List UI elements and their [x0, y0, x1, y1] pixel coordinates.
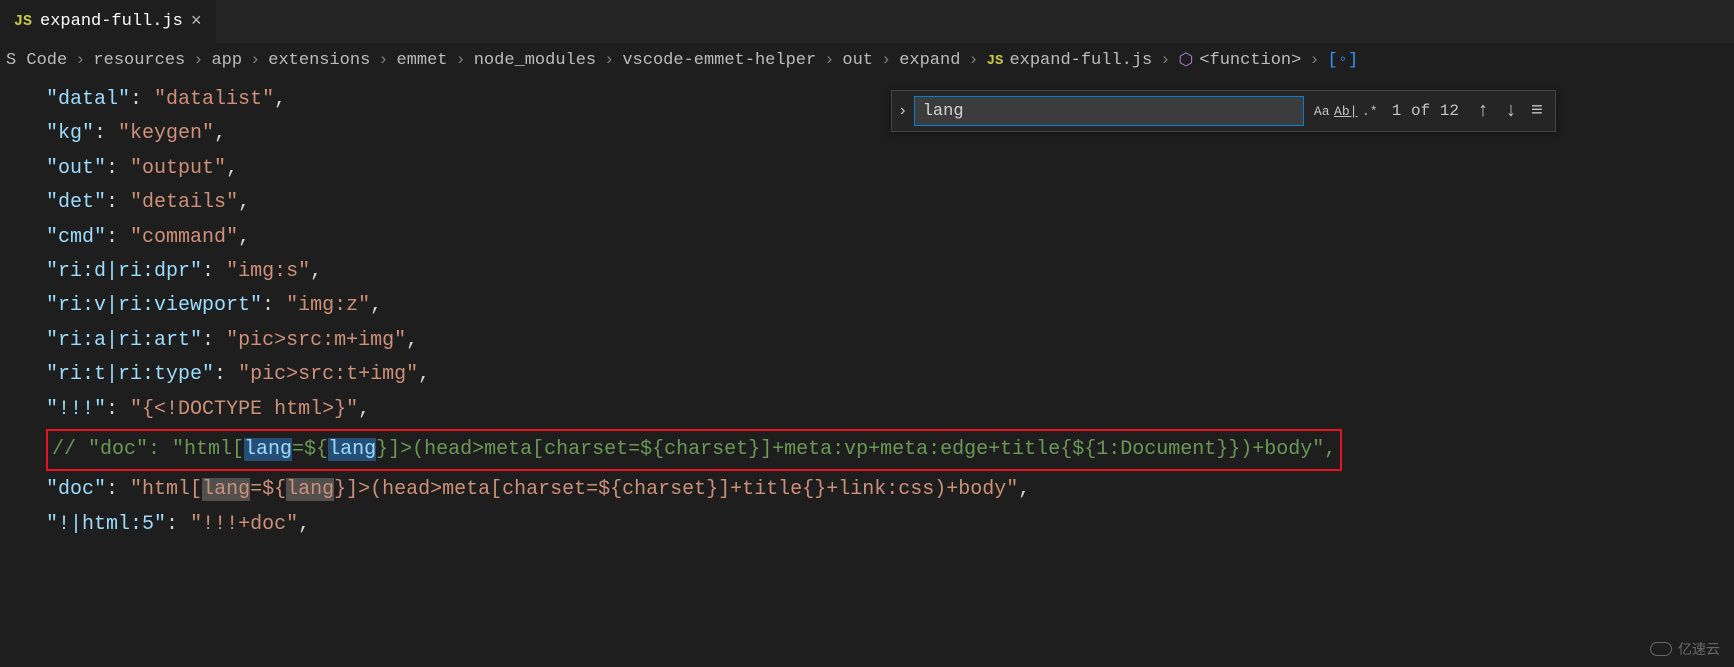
symbol-function-icon: ⬡: [1178, 50, 1193, 71]
code-line[interactable]: "doc": "html[lang=${lang}]>(head>meta[ch…: [46, 473, 1688, 507]
code-line[interactable]: "!!!": "{<!DOCTYPE html>}",: [46, 393, 1688, 427]
js-file-icon: JS: [14, 13, 32, 30]
chevron-right-icon: ›: [881, 51, 891, 70]
expand-find-replace-toggle[interactable]: ›: [892, 102, 914, 120]
breadcrumb-item[interactable]: app: [211, 51, 242, 70]
breadcrumb-item[interactable]: emmet: [397, 51, 448, 70]
close-icon[interactable]: ×: [191, 12, 202, 32]
code-line[interactable]: // "doc": "html[lang=${lang}]>(head>meta…: [46, 427, 1688, 473]
code-line[interactable]: "ri:v|ri:viewport": "img:z",: [46, 289, 1688, 323]
find-match-count: 1 of 12: [1382, 102, 1469, 120]
chevron-right-icon: ›: [250, 51, 260, 70]
chevron-right-icon: ›: [193, 51, 203, 70]
code-line[interactable]: "ri:a|ri:art": "pic>src:m+img",: [46, 324, 1688, 358]
breadcrumb-file[interactable]: expand-full.js: [1009, 51, 1152, 70]
code-line[interactable]: "ri:t|ri:type": "pic>src:t+img",: [46, 358, 1688, 392]
breadcrumb-item[interactable]: S Code: [6, 51, 67, 70]
find-widget: › Aa Ab| .* 1 of 12 ↑ ↓ ≡: [891, 90, 1556, 132]
match-whole-word-toggle[interactable]: Ab|: [1334, 99, 1358, 123]
watermark: 亿速云: [1650, 639, 1720, 659]
code-line[interactable]: "det": "details",: [46, 186, 1688, 220]
chevron-right-icon: ›: [1309, 51, 1319, 70]
watermark-text: 亿速云: [1678, 639, 1720, 659]
breadcrumb-item[interactable]: expand: [899, 51, 960, 70]
breadcrumb-item[interactable]: node_modules: [474, 51, 596, 70]
chevron-right-icon: ›: [456, 51, 466, 70]
code-line[interactable]: "!|html:5": "!!!+doc",: [46, 508, 1688, 542]
breadcrumb-item[interactable]: out: [842, 51, 873, 70]
find-input[interactable]: [914, 96, 1304, 126]
js-file-icon: JS: [987, 53, 1004, 69]
breadcrumb-item[interactable]: vscode-emmet-helper: [622, 51, 816, 70]
chevron-right-icon: ›: [824, 51, 834, 70]
match-case-toggle[interactable]: Aa: [1310, 99, 1334, 123]
breadcrumb-item[interactable]: resources: [93, 51, 185, 70]
breadcrumb-symbol[interactable]: <function>: [1199, 51, 1301, 70]
file-tab[interactable]: JS expand-full.js ×: [0, 0, 217, 43]
chevron-right-icon: ›: [1160, 51, 1170, 70]
cloud-icon: [1650, 642, 1672, 656]
code-line[interactable]: "cmd": "command",: [46, 221, 1688, 255]
code-line[interactable]: "out": "output",: [46, 152, 1688, 186]
tab-bar: JS expand-full.js ×: [0, 0, 1734, 44]
next-match-button[interactable]: ↓: [1497, 100, 1525, 123]
chevron-right-icon: ›: [604, 51, 614, 70]
find-menu-icon[interactable]: ≡: [1525, 100, 1549, 123]
chevron-right-icon: ›: [75, 51, 85, 70]
breadcrumb: S Code › resources › app › extensions › …: [0, 44, 1734, 77]
symbol-array-icon: [◦]: [1328, 51, 1359, 70]
code-line[interactable]: "ri:d|ri:dpr": "img:s",: [46, 255, 1688, 289]
previous-match-button[interactable]: ↑: [1469, 100, 1497, 123]
regex-toggle[interactable]: .*: [1358, 99, 1382, 123]
chevron-right-icon: ›: [968, 51, 978, 70]
editor-content[interactable]: "datal": "datalist","kg": "keygen","out"…: [0, 77, 1734, 548]
chevron-right-icon: ›: [378, 51, 388, 70]
tab-label: expand-full.js: [40, 12, 183, 31]
breadcrumb-item[interactable]: extensions: [268, 51, 370, 70]
